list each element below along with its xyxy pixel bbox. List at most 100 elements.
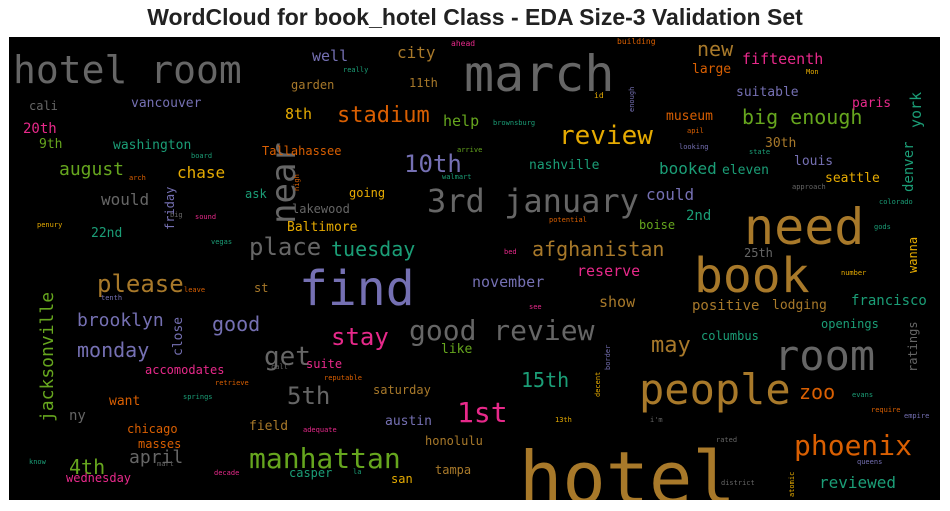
word-eleven: eleven bbox=[722, 163, 769, 178]
word-reviewed: reviewed bbox=[819, 473, 897, 492]
wordcloud-canvas: hotel find book need march hotel room people ro… bbox=[9, 37, 940, 500]
word-close: close bbox=[171, 316, 186, 356]
word-nigh: nigh bbox=[293, 173, 301, 191]
word-masses: masses bbox=[138, 437, 182, 451]
word-positive: positive bbox=[692, 298, 760, 314]
word-phoenix: phoenix bbox=[794, 429, 913, 462]
word-brooklyn: brooklyn bbox=[77, 310, 164, 331]
word-garden: garden bbox=[291, 78, 335, 92]
word-york: york bbox=[907, 91, 925, 128]
word-need: need bbox=[744, 198, 865, 256]
word-ratings: ratings bbox=[906, 321, 920, 373]
word-mon: Mon bbox=[806, 68, 819, 76]
word-stadium: stadium bbox=[337, 103, 430, 128]
word-casper: casper bbox=[289, 466, 333, 480]
word-reputable: reputable bbox=[324, 374, 362, 382]
word-15th: 15th bbox=[521, 368, 570, 392]
word-room: room bbox=[774, 331, 876, 380]
word-ask: ask bbox=[245, 187, 267, 201]
word-really: really bbox=[343, 66, 369, 74]
word-find: find bbox=[299, 261, 415, 317]
word-sound: sound bbox=[195, 213, 217, 221]
word-big: big bbox=[170, 211, 183, 219]
word-adequate: adequate bbox=[303, 426, 337, 434]
word-lakewood: lakewood bbox=[292, 202, 350, 216]
word-review: review bbox=[559, 121, 653, 151]
word-please: please bbox=[97, 270, 184, 298]
word-ahead: ahead bbox=[451, 39, 476, 48]
word-louis: louis bbox=[794, 154, 834, 169]
word-apil: apil bbox=[687, 127, 704, 135]
word-austin: austin bbox=[385, 414, 432, 429]
word-board: board bbox=[191, 152, 213, 160]
word-want: want bbox=[109, 394, 141, 409]
word-3rd-january: 3rd january bbox=[427, 182, 639, 220]
word-friday: friday bbox=[163, 186, 177, 231]
word-number: number bbox=[841, 269, 867, 277]
word-11th: 11th bbox=[409, 76, 438, 90]
word-monday: monday bbox=[77, 338, 150, 362]
word-leave: leave bbox=[184, 286, 206, 294]
word-stay: stay bbox=[331, 323, 389, 351]
word-tuesday: tuesday bbox=[331, 237, 416, 261]
word-rated: rated bbox=[716, 436, 738, 444]
word-may: may bbox=[651, 333, 691, 358]
word-chicago: chicago bbox=[127, 422, 178, 436]
word-paris: paris bbox=[852, 96, 892, 111]
word-1st: 1st bbox=[457, 396, 508, 429]
word-arch: arch bbox=[129, 174, 146, 182]
word-saturday: saturday bbox=[373, 383, 431, 397]
word-march: march bbox=[464, 45, 615, 103]
word-chase: chase bbox=[177, 163, 226, 182]
word-like: like bbox=[441, 342, 473, 357]
word-require: require bbox=[871, 406, 901, 414]
word-approach: approach bbox=[792, 183, 826, 191]
word-tallahassee: Tallahassee bbox=[262, 144, 342, 158]
word-building: building bbox=[617, 37, 656, 46]
word-hotel-room: hotel room bbox=[13, 48, 242, 92]
word-boise: boise bbox=[639, 218, 676, 232]
word-large: large bbox=[692, 62, 732, 77]
word-washington: washington bbox=[113, 138, 192, 153]
word-field: field bbox=[249, 419, 289, 434]
word-district: district bbox=[721, 479, 755, 487]
word-show: show bbox=[599, 293, 636, 311]
word-suitable: suitable bbox=[736, 85, 799, 100]
word-walmart: walmart bbox=[442, 173, 472, 181]
word-jacksonville: jacksonville bbox=[37, 291, 58, 422]
word-city: city bbox=[397, 43, 436, 62]
word-know: know bbox=[29, 458, 46, 466]
word-wednesday: wednesday bbox=[66, 471, 132, 485]
word-booked: booked bbox=[659, 159, 717, 178]
word-wanna: wanna bbox=[906, 236, 920, 273]
word-evans: evans bbox=[852, 391, 874, 399]
word-help: help bbox=[443, 112, 480, 130]
word-retrieve: retrieve bbox=[215, 379, 249, 387]
word-20th: 20th bbox=[23, 121, 57, 137]
word-san: san bbox=[391, 472, 413, 486]
word-see: see bbox=[529, 303, 542, 311]
word-decent: decent bbox=[594, 371, 602, 398]
chart-title: WordCloud for book_hotel Class - EDA Siz… bbox=[147, 4, 803, 30]
word-decade: decade bbox=[214, 469, 240, 477]
word-nashville: nashville bbox=[529, 158, 600, 173]
word-reserve: reserve bbox=[577, 262, 641, 280]
word-ny: ny bbox=[69, 408, 86, 424]
word-id: id bbox=[594, 91, 604, 100]
word-honolulu: honolulu bbox=[425, 434, 483, 448]
word-gods: gods bbox=[874, 223, 891, 231]
word-well: well bbox=[312, 47, 349, 65]
word-la: la bbox=[353, 468, 362, 476]
word-lodging: lodging bbox=[772, 298, 827, 313]
word-baltimore: Baltimore bbox=[287, 220, 358, 235]
word-suite: suite bbox=[306, 357, 343, 371]
word-empire: empire bbox=[904, 412, 930, 420]
word-looking: looking bbox=[679, 143, 709, 151]
word-25th: 25th bbox=[744, 246, 773, 260]
word-colorado: colorado bbox=[879, 198, 913, 206]
word-5th: 5th bbox=[287, 382, 331, 410]
word-museum: museum bbox=[666, 109, 713, 124]
word-good-review: good review bbox=[409, 314, 595, 347]
word-arrive: arrive bbox=[457, 146, 483, 154]
word-st: st bbox=[254, 281, 269, 295]
